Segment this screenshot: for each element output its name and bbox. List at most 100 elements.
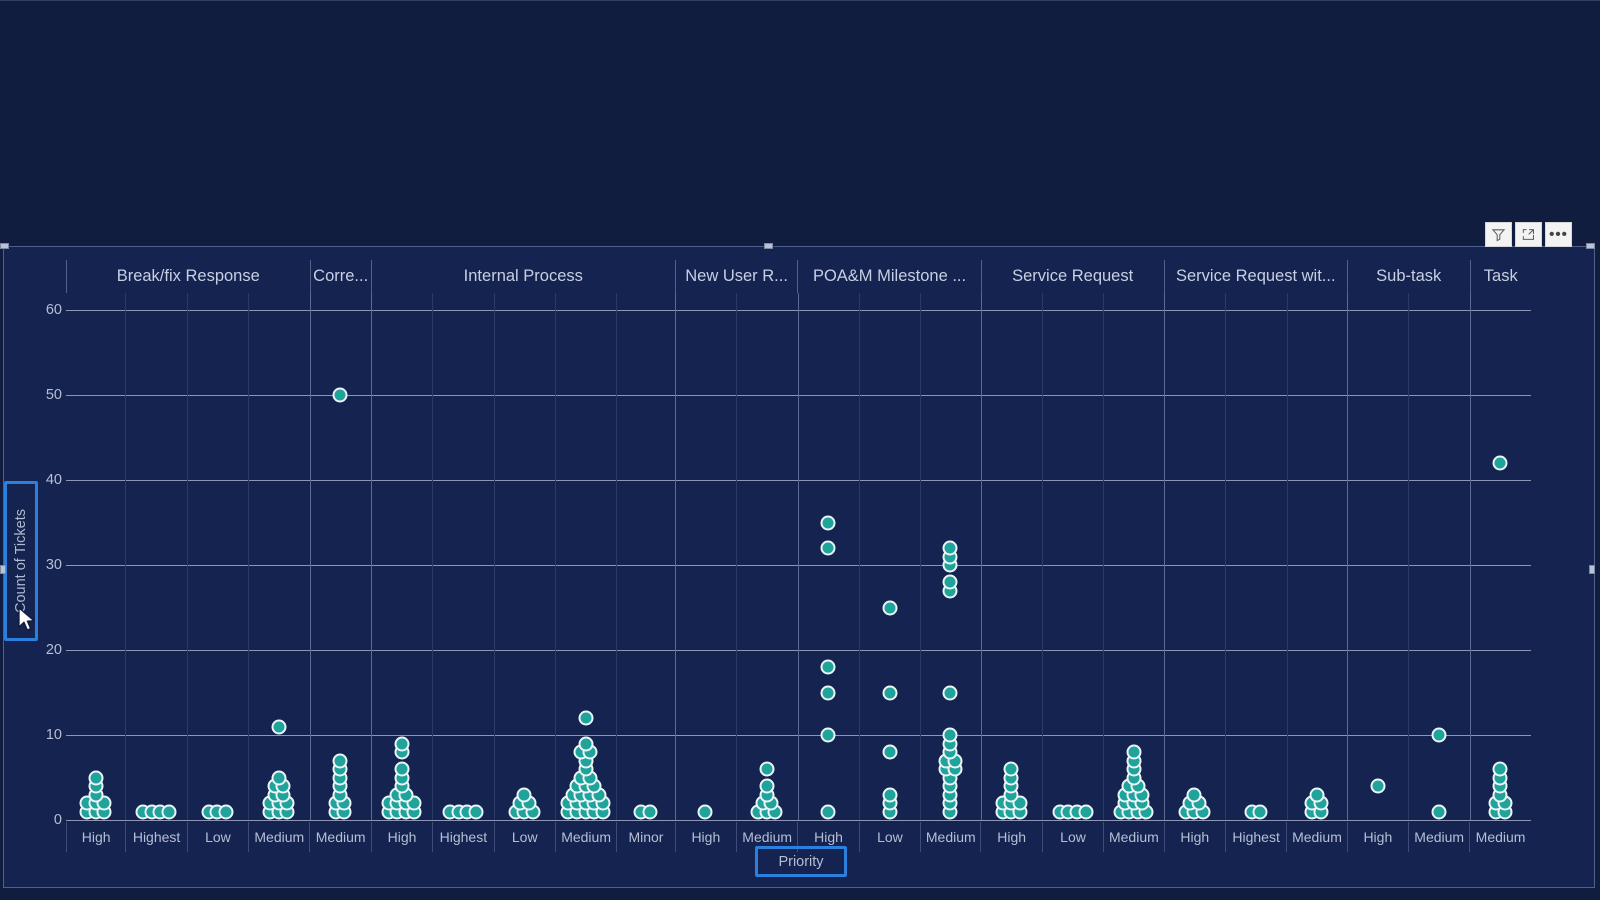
x-axis-tick-label[interactable]: Medium bbox=[309, 822, 370, 852]
x-axis-tick-label[interactable]: Low bbox=[858, 822, 920, 852]
data-point[interactable] bbox=[394, 736, 410, 751]
data-point[interactable] bbox=[942, 685, 958, 700]
data-point[interactable] bbox=[942, 540, 958, 556]
x-axis-tick-label[interactable]: Low bbox=[493, 822, 555, 852]
data-point[interactable] bbox=[271, 770, 287, 785]
data-point[interactable] bbox=[516, 787, 532, 802]
data-point[interactable] bbox=[578, 710, 594, 726]
x-axis-tick-label[interactable]: Highest bbox=[1224, 822, 1286, 852]
data-point[interactable] bbox=[1126, 744, 1142, 760]
category-separator bbox=[248, 293, 250, 820]
x-axis-tick-label[interactable]: High bbox=[980, 822, 1041, 852]
facet-header[interactable]: Internal Process bbox=[370, 260, 675, 293]
x-axis-tick-label[interactable]: Medium bbox=[554, 822, 616, 852]
data-point[interactable] bbox=[218, 804, 234, 819]
report-canvas-background bbox=[0, 0, 1600, 250]
data-point[interactable] bbox=[820, 804, 836, 819]
resize-handle-middle-left[interactable] bbox=[0, 565, 6, 574]
facet-header[interactable]: Sub-task bbox=[1346, 260, 1470, 293]
plot-area[interactable] bbox=[66, 293, 1531, 821]
data-point[interactable] bbox=[759, 761, 775, 777]
x-axis-tick-label[interactable]: Highest bbox=[432, 822, 493, 852]
data-point[interactable] bbox=[820, 727, 836, 743]
y-axis-tick-label: 0 bbox=[53, 812, 62, 828]
facet-header[interactable]: New User R... bbox=[674, 260, 798, 293]
facet-header-label: Service Request bbox=[1012, 267, 1134, 285]
facet-separator bbox=[1469, 293, 1471, 820]
facet-header-label: Corre... bbox=[313, 267, 369, 285]
more-options-icon[interactable]: ••• bbox=[1545, 222, 1572, 247]
resize-handle-middle-right[interactable] bbox=[1589, 565, 1595, 574]
x-axis-tick-label[interactable]: Medium bbox=[1408, 822, 1469, 852]
data-point[interactable] bbox=[1003, 761, 1019, 777]
x-axis-tick-label[interactable]: High bbox=[66, 822, 125, 852]
facet-header[interactable]: Service Request bbox=[980, 260, 1164, 293]
data-point[interactable] bbox=[161, 804, 177, 819]
data-point[interactable] bbox=[759, 778, 775, 794]
data-point[interactable] bbox=[820, 659, 836, 675]
data-point[interactable] bbox=[1492, 455, 1508, 471]
x-axis-tick-label[interactable]: High bbox=[1163, 822, 1225, 852]
x-axis-tick-label[interactable]: High bbox=[1346, 822, 1408, 852]
visual-header-toolbar: ••• bbox=[1485, 222, 1572, 247]
x-axis-tick-label[interactable]: Medium bbox=[1469, 822, 1530, 852]
data-point[interactable] bbox=[820, 540, 836, 556]
data-point[interactable] bbox=[332, 387, 348, 403]
data-point[interactable] bbox=[942, 574, 958, 590]
facet-header[interactable]: Corre... bbox=[309, 260, 371, 293]
gridline-horizontal bbox=[66, 565, 1531, 566]
data-point[interactable] bbox=[820, 515, 836, 530]
resize-handle-top-right[interactable] bbox=[1586, 243, 1595, 249]
data-point[interactable] bbox=[942, 727, 958, 743]
x-axis-tick-label[interactable]: Medium bbox=[1103, 822, 1163, 852]
data-point[interactable] bbox=[1431, 804, 1447, 819]
data-point[interactable] bbox=[1186, 787, 1202, 802]
x-axis-tick-label[interactable]: Low bbox=[1041, 822, 1103, 852]
facet-header[interactable]: POA&M Milestone ... bbox=[797, 260, 980, 293]
x-axis-tick-label[interactable]: Medium bbox=[920, 822, 980, 852]
data-point[interactable] bbox=[697, 804, 713, 819]
data-point[interactable] bbox=[468, 804, 484, 819]
data-point[interactable] bbox=[332, 753, 348, 768]
x-axis-tick-label[interactable]: Medium bbox=[248, 822, 309, 852]
category-separator bbox=[1286, 293, 1288, 820]
data-point[interactable] bbox=[1370, 778, 1386, 794]
data-point[interactable] bbox=[1252, 804, 1268, 819]
focus-mode-icon[interactable] bbox=[1515, 222, 1542, 247]
data-point[interactable] bbox=[882, 787, 898, 802]
data-point[interactable] bbox=[1309, 787, 1325, 802]
data-point[interactable] bbox=[578, 736, 594, 751]
mouse-cursor bbox=[17, 607, 37, 638]
x-axis-tick-label[interactable]: Low bbox=[186, 822, 248, 852]
resize-handle-top-center[interactable] bbox=[764, 243, 773, 249]
facet-header-label: Break/fix Response bbox=[116, 267, 260, 285]
facet-separator bbox=[980, 293, 982, 820]
data-point[interactable] bbox=[642, 804, 658, 819]
gridline-horizontal bbox=[66, 310, 1531, 311]
data-point[interactable] bbox=[882, 685, 898, 700]
data-point[interactable] bbox=[394, 761, 410, 777]
x-axis-tick-label[interactable]: High bbox=[370, 822, 432, 852]
x-axis-tick-label[interactable]: Minor bbox=[616, 822, 674, 852]
category-separator bbox=[1408, 293, 1410, 820]
data-point[interactable] bbox=[271, 719, 287, 734]
x-axis-title-highlight[interactable]: Priority bbox=[755, 846, 847, 877]
resize-handle-top-left[interactable] bbox=[0, 243, 9, 249]
facet-separator bbox=[797, 293, 799, 820]
filter-icon[interactable] bbox=[1485, 222, 1512, 247]
data-point[interactable] bbox=[1492, 761, 1508, 777]
data-point[interactable] bbox=[882, 600, 898, 615]
facet-header[interactable]: Task bbox=[1469, 260, 1531, 293]
facet-header[interactable]: Break/fix Response bbox=[66, 260, 310, 293]
data-point[interactable] bbox=[882, 744, 898, 760]
x-axis-tick-label[interactable]: Highest bbox=[125, 822, 186, 852]
facet-header[interactable]: Service Request wit... bbox=[1163, 260, 1347, 293]
x-axis-tick-label[interactable]: Medium bbox=[1286, 822, 1346, 852]
category-separator bbox=[1225, 293, 1227, 820]
data-point[interactable] bbox=[1078, 804, 1094, 819]
data-point[interactable] bbox=[1431, 727, 1447, 743]
data-point[interactable] bbox=[820, 685, 836, 700]
data-point[interactable] bbox=[88, 770, 104, 785]
x-axis-tick-label[interactable]: High bbox=[674, 822, 736, 852]
category-separator bbox=[493, 293, 495, 820]
